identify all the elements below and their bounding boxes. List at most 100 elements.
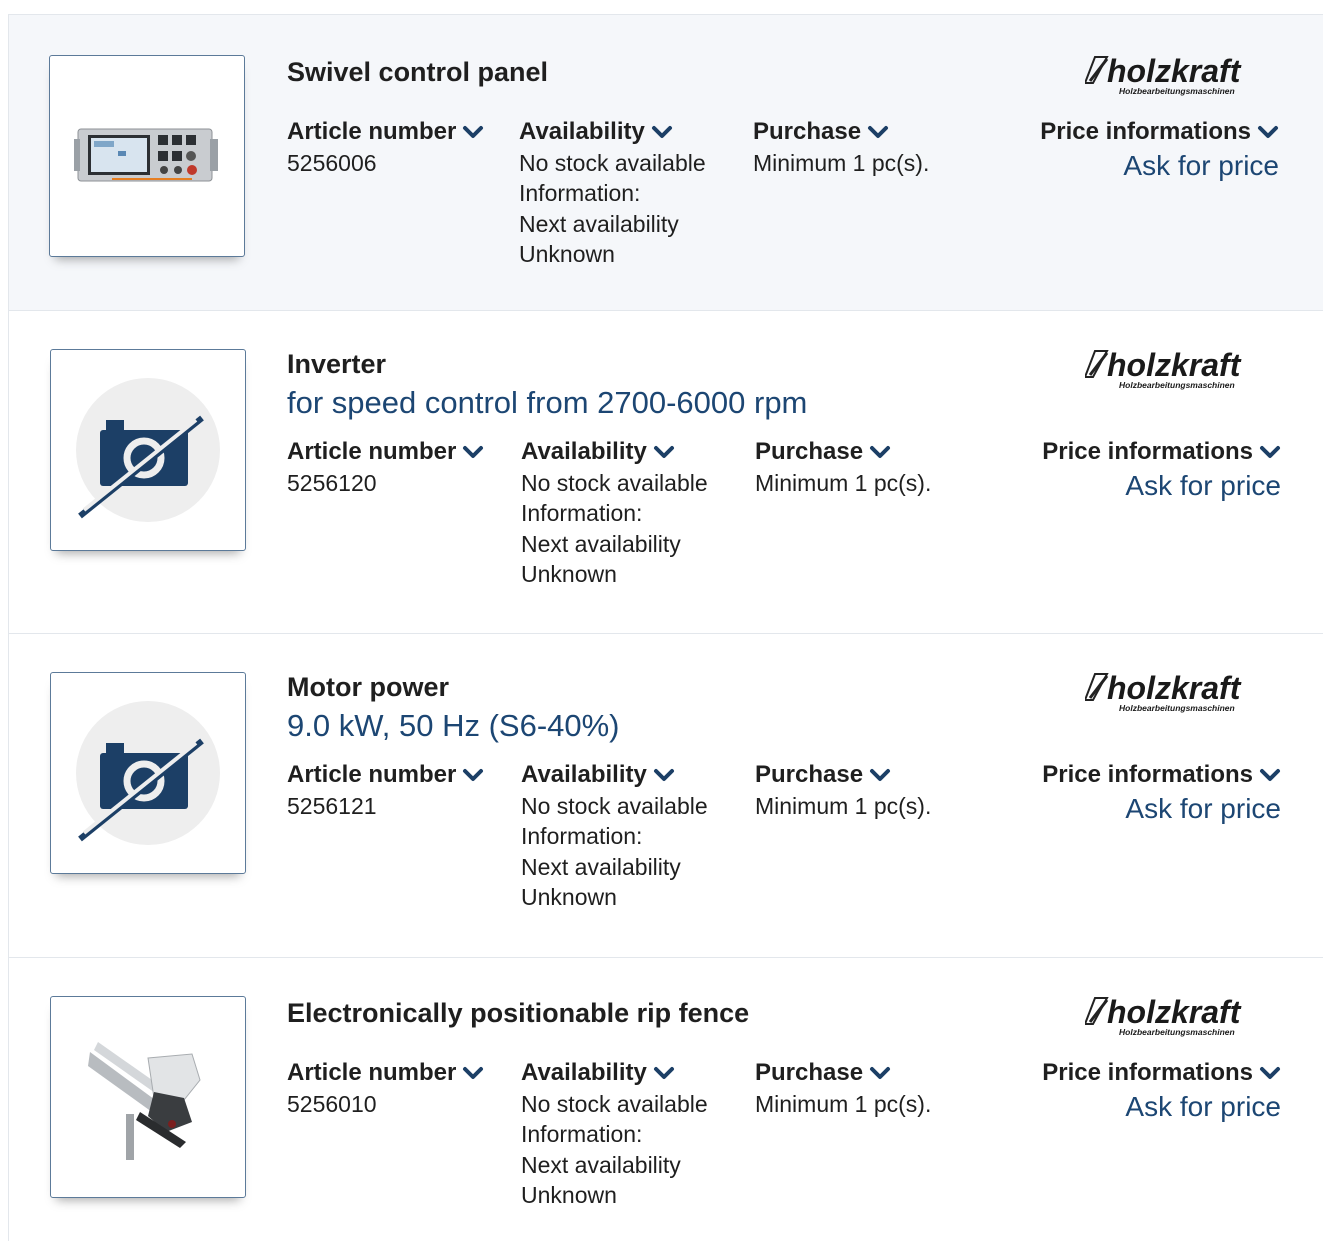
availability-label: Availability — [521, 1059, 647, 1086]
price-informations-toggle[interactable]: Price informations — [1042, 437, 1281, 468]
product-image-placeholder[interactable] — [50, 349, 246, 551]
holzkraft-logo: holzkraft Holzbearbeitungsmaschinen — [1085, 996, 1295, 1038]
brand-name: holzkraft — [1107, 672, 1242, 706]
article-number-toggle[interactable]: Article number — [287, 117, 484, 148]
article-number-value: 5256006 — [287, 149, 377, 176]
availability-toggle[interactable]: Availability — [521, 760, 708, 791]
availability-next-label: Next availability — [521, 1151, 681, 1178]
availability-status: No stock available — [521, 1090, 708, 1117]
purchase-label: Purchase — [755, 1059, 864, 1086]
price-column: Price informations Ask for price — [1042, 437, 1281, 504]
availability-label: Availability — [521, 438, 647, 465]
availability-status: No stock available — [521, 792, 708, 819]
purchase-toggle[interactable]: Purchase — [755, 760, 931, 791]
brand-tagline: Holzbearbeitungsmaschinen — [1119, 86, 1235, 96]
holzkraft-logo: holzkraft Holzbearbeitungsmaschinen — [1085, 672, 1295, 714]
brand-name: holzkraft — [1107, 349, 1242, 383]
availability-next-value: Unknown — [521, 1182, 617, 1208]
brand-name: holzkraft — [1107, 55, 1242, 89]
availability-toggle[interactable]: Availability — [519, 117, 706, 148]
article-number-label: Article number — [287, 438, 457, 465]
price-informations-toggle[interactable]: Price informations — [1042, 1058, 1281, 1089]
purchase-minimum: Minimum 1 pc(s). — [755, 1090, 932, 1117]
ask-for-price-link[interactable]: Ask for price — [1042, 1089, 1281, 1125]
no-image-icon — [76, 378, 220, 522]
price-informations-toggle[interactable]: Price informations — [1040, 117, 1279, 148]
availability-next-value: Unknown — [519, 241, 615, 267]
article-number-label: Article number — [287, 118, 457, 145]
product-title: Electronically positionable rip fence — [287, 998, 750, 1028]
product-card: Motor power 9.0 kW, 50 Hz (S6-40%) Artic… — [8, 633, 1323, 957]
product-title: Inverter — [287, 349, 387, 379]
purchase-label: Purchase — [753, 118, 862, 145]
price-column: Price informations Ask for price — [1042, 760, 1281, 827]
purchase-column: Purchase Minimum 1 pc(s). — [753, 117, 929, 178]
purchase-toggle[interactable]: Purchase — [755, 1058, 931, 1089]
chevron-down-icon — [463, 126, 484, 139]
chevron-down-icon — [1260, 1067, 1280, 1080]
product-subtitle: 9.0 kW, 50 Hz (S6-40%) — [287, 708, 620, 743]
article-number-column: Article number 5256010 — [287, 1058, 484, 1119]
article-number-toggle[interactable]: Article number — [287, 760, 484, 791]
availability-info-label: Information: — [519, 180, 641, 206]
article-number-label: Article number — [287, 1059, 457, 1086]
purchase-label: Purchase — [755, 438, 864, 465]
purchase-minimum: Minimum 1 pc(s). — [753, 149, 930, 176]
rip-fence-photo — [88, 1032, 208, 1162]
purchase-toggle[interactable]: Purchase — [755, 437, 931, 468]
price-informations-label: Price informations — [1042, 1059, 1253, 1086]
article-number-value: 5256120 — [287, 469, 377, 496]
availability-column: Availability No stock available Informat… — [521, 1058, 708, 1211]
product-image-placeholder[interactable] — [50, 672, 246, 874]
chevron-down-icon — [1260, 769, 1280, 782]
availability-column: Availability No stock available Informat… — [519, 117, 706, 270]
product-title: Swivel control panel — [287, 57, 549, 87]
availability-toggle[interactable]: Availability — [521, 437, 708, 468]
holzkraft-logo: holzkraft Holzbearbeitungsmaschinen — [1085, 55, 1295, 97]
control-panel-photo — [74, 128, 218, 182]
availability-label: Availability — [519, 118, 645, 145]
chevron-down-icon — [870, 1067, 891, 1080]
article-number-column: Article number 5256006 — [287, 117, 484, 178]
article-number-column: Article number 5256120 — [287, 437, 484, 498]
chevron-down-icon — [870, 769, 891, 782]
chevron-down-icon — [653, 446, 674, 459]
article-number-toggle[interactable]: Article number — [287, 437, 484, 468]
chevron-down-icon — [463, 446, 484, 459]
article-number-column: Article number 5256121 — [287, 760, 484, 821]
availability-next-label: Next availability — [521, 853, 681, 880]
purchase-column: Purchase Minimum 1 pc(s). — [755, 1058, 931, 1119]
price-informations-label: Price informations — [1042, 761, 1253, 788]
availability-next-label: Next availability — [521, 530, 681, 557]
purchase-minimum: Minimum 1 pc(s). — [755, 469, 932, 496]
availability-info-label: Information: — [521, 1121, 643, 1147]
chevron-down-icon — [463, 1067, 484, 1080]
ask-for-price-link[interactable]: Ask for price — [1040, 148, 1279, 184]
purchase-toggle[interactable]: Purchase — [753, 117, 929, 148]
availability-info-label: Information: — [521, 823, 643, 849]
article-number-toggle[interactable]: Article number — [287, 1058, 484, 1089]
chevron-down-icon — [463, 769, 484, 782]
availability-info-label: Information: — [521, 500, 643, 526]
availability-toggle[interactable]: Availability — [521, 1058, 708, 1089]
product-subtitle: for speed control from 2700-6000 rpm — [287, 385, 808, 420]
purchase-column: Purchase Minimum 1 pc(s). — [755, 760, 931, 821]
ask-for-price-link[interactable]: Ask for price — [1042, 791, 1281, 827]
article-number-value: 5256121 — [287, 792, 377, 819]
product-card: Inverter for speed control from 2700-600… — [8, 310, 1323, 633]
purchase-minimum: Minimum 1 pc(s). — [755, 792, 932, 819]
brand-name: holzkraft — [1107, 996, 1242, 1030]
availability-status: No stock available — [519, 149, 706, 176]
availability-status: No stock available — [521, 469, 708, 496]
purchase-label: Purchase — [755, 761, 864, 788]
article-number-value: 5256010 — [287, 1090, 377, 1117]
price-informations-toggle[interactable]: Price informations — [1042, 760, 1281, 791]
chevron-down-icon — [653, 1067, 674, 1080]
ask-for-price-link[interactable]: Ask for price — [1042, 468, 1281, 504]
product-image-control-panel[interactable] — [49, 55, 245, 257]
product-image-rip-fence[interactable] — [50, 996, 246, 1198]
no-image-icon — [76, 701, 220, 845]
chevron-down-icon — [1258, 126, 1278, 139]
chevron-down-icon — [653, 769, 674, 782]
chevron-down-icon — [870, 446, 891, 459]
